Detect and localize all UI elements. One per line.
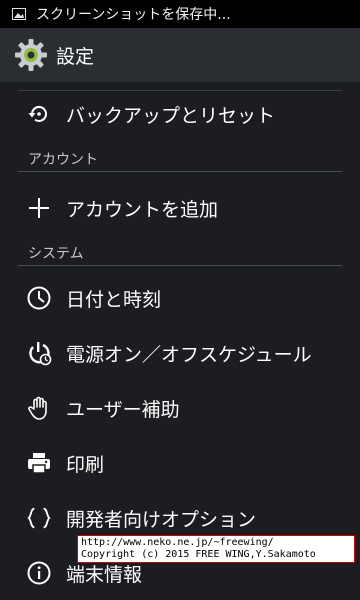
printer-icon xyxy=(26,450,52,476)
settings-item-backup-reset[interactable]: バックアップとリセット xyxy=(0,88,360,140)
settings-item-accessibility[interactable]: ユーザー補助 xyxy=(0,382,360,434)
page-title: 設定 xyxy=(56,45,95,68)
clock-icon xyxy=(26,285,52,311)
copyright-watermark: http://www.neko.ne.jp/~freewing/ Copyrig… xyxy=(77,535,355,563)
settings-item-label: 端末情報 xyxy=(66,563,143,586)
add-icon xyxy=(26,195,52,221)
settings-item-label: 開発者向けオプション xyxy=(66,508,257,531)
settings-item-printing[interactable]: 印刷 xyxy=(0,437,360,489)
settings-item-add-account[interactable]: アカウントを追加 xyxy=(0,182,360,234)
status-bar: スクリーンショットを保存中... xyxy=(0,0,360,28)
settings-item-label: アカウントを追加 xyxy=(66,198,219,221)
settings-item-label: 印刷 xyxy=(66,453,105,476)
screenshot-notification-icon xyxy=(12,8,26,20)
watermark-url: http://www.neko.ne.jp/~freewing/ xyxy=(81,537,274,548)
settings-item-label: ユーザー補助 xyxy=(66,398,180,421)
action-bar: 設定 xyxy=(0,28,360,82)
hand-icon xyxy=(26,395,52,421)
power-schedule-icon xyxy=(26,340,52,366)
backup-restore-icon xyxy=(26,101,52,127)
settings-item-label: バックアップとリセット xyxy=(66,104,276,127)
settings-item-power-schedule[interactable]: 電源オン／オフスケジュール xyxy=(0,327,360,379)
settings-item-date-time[interactable]: 日付と時刻 xyxy=(0,272,360,324)
section-header-account: アカウント xyxy=(18,146,342,172)
settings-item-label: 日付と時刻 xyxy=(66,288,162,311)
info-icon xyxy=(26,560,52,586)
settings-item-label: 電源オン／オフスケジュール xyxy=(66,343,312,366)
watermark-copyright: Copyright (c) 2015 FREE WING,Y.Sakamoto xyxy=(81,549,316,560)
settings-gear-icon[interactable] xyxy=(14,38,48,72)
section-header-system: システム xyxy=(18,240,342,266)
braces-icon xyxy=(26,505,52,531)
status-notification-text: スクリーンショットを保存中... xyxy=(36,7,231,23)
